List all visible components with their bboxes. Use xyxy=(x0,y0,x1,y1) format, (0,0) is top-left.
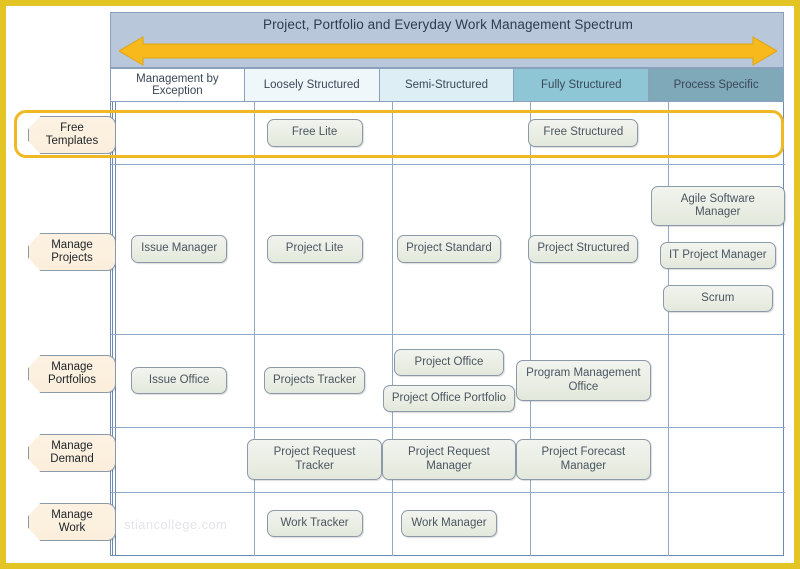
cell-manage-demand-loosely-structured: Project Request Tracker xyxy=(247,427,382,492)
column-header-semi-structured: Semi-Structured xyxy=(379,68,515,102)
product-work-tracker[interactable]: Work Tracker xyxy=(266,509,363,538)
cell-manage-demand-management-by-exception xyxy=(111,427,247,492)
double-headed-spectrum-arrow xyxy=(119,36,777,66)
page-title: Project, Portfolio and Everyday Work Man… xyxy=(262,17,633,32)
cell-manage-projects-fully-structured: Project Structured xyxy=(516,164,650,334)
row-label-manage-projects-text: Manage Projects xyxy=(51,239,93,264)
product-free-lite[interactable]: Free Lite xyxy=(266,119,363,147)
cell-free-templates-fully-structured: Free Structured xyxy=(516,102,650,164)
product-issue-office[interactable]: Issue Office xyxy=(131,366,228,395)
outer-gold-frame: Project, Portfolio and Everyday Work Man… xyxy=(0,0,800,569)
row-label-manage-projects[interactable]: Manage Projects xyxy=(28,233,116,271)
product-project-request-manager[interactable]: Project Request Manager xyxy=(381,439,517,480)
table-row: Free Lite Free Structured xyxy=(111,102,785,164)
product-project-office-portfolio[interactable]: Project Office Portfolio xyxy=(382,385,516,413)
product-project-forecast-manager[interactable]: Project Forecast Manager xyxy=(516,439,651,480)
cell-manage-projects-management-by-exception: Issue Manager xyxy=(111,164,247,334)
table-row: Issue Office Projects Tracker Project Of… xyxy=(111,334,785,427)
cell-manage-projects-semi-structured: Project Standard xyxy=(382,164,516,334)
row-label-manage-work[interactable]: Manage Work xyxy=(28,503,116,541)
column-header-row: Management by Exception Loosely Structur… xyxy=(110,68,784,102)
spectrum-matrix: Project, Portfolio and Everyday Work Man… xyxy=(110,12,785,556)
column-header-fully-structured: Fully Structured xyxy=(514,68,650,102)
product-project-lite[interactable]: Project Lite xyxy=(266,235,363,263)
cell-manage-demand-semi-structured: Project Request Manager xyxy=(381,427,517,492)
product-project-structured[interactable]: Project Structured xyxy=(528,235,639,263)
cell-manage-work-loosely-structured: Work Tracker xyxy=(247,492,381,555)
cell-free-templates-semi-structured xyxy=(382,102,516,164)
row-label-manage-portfolios[interactable]: Manage Portfolios xyxy=(28,355,116,393)
product-scrum[interactable]: Scrum xyxy=(662,285,773,313)
cell-manage-portfolios-loosely-structured: Projects Tracker xyxy=(247,334,381,427)
column-header-process-specific: Process Specific xyxy=(649,68,784,102)
product-project-office[interactable]: Project Office xyxy=(393,348,504,376)
cell-manage-work-semi-structured: Work Manager xyxy=(382,492,516,555)
product-agile-software-manager[interactable]: Agile Software Manager xyxy=(650,185,785,226)
product-project-standard[interactable]: Project Standard xyxy=(397,235,501,263)
row-label-manage-work-text: Manage Work xyxy=(51,509,93,534)
cell-manage-portfolios-management-by-exception: Issue Office xyxy=(111,334,247,427)
cell-manage-work-process-specific xyxy=(651,492,785,555)
cell-manage-projects-loosely-structured: Project Lite xyxy=(247,164,381,334)
product-issue-manager[interactable]: Issue Manager xyxy=(131,235,228,263)
column-header-management-by-exception: Management by Exception xyxy=(110,68,245,102)
cell-manage-portfolios-semi-structured: Project Office Project Office Portfolio xyxy=(382,334,516,427)
row-label-free-templates-text: Free Templates xyxy=(45,122,99,147)
product-it-project-manager[interactable]: IT Project Manager xyxy=(659,242,776,270)
table-row: Issue Manager Project Lite Project Stand… xyxy=(111,164,785,334)
cell-manage-portfolios-process-specific xyxy=(651,334,785,427)
cell-free-templates-management-by-exception xyxy=(111,102,247,164)
cell-free-templates-process-specific xyxy=(651,102,785,164)
product-program-management-office[interactable]: Program Management Office xyxy=(516,360,651,401)
cell-manage-work-fully-structured xyxy=(516,492,650,555)
title-band: Project, Portfolio and Everyday Work Man… xyxy=(110,12,784,68)
cell-manage-demand-fully-structured: Project Forecast Manager xyxy=(516,427,651,492)
watermark-text: stiancollege.com xyxy=(124,517,228,532)
cell-manage-demand-process-specific xyxy=(651,427,785,492)
cell-manage-projects-process-specific: Agile Software Manager IT Project Manage… xyxy=(650,164,785,334)
product-projects-tracker[interactable]: Projects Tracker xyxy=(264,366,366,395)
table-row: Project Request Tracker Project Request … xyxy=(111,427,785,492)
row-label-free-templates[interactable]: Free Templates xyxy=(28,116,116,154)
row-label-manage-demand-text: Manage Demand xyxy=(50,440,94,465)
matrix-grid: Free Lite Free Structured Issue Manager … xyxy=(110,102,785,556)
cell-free-templates-loosely-structured: Free Lite xyxy=(247,102,381,164)
cell-manage-portfolios-fully-structured: Program Management Office xyxy=(516,334,651,427)
product-work-manager[interactable]: Work Manager xyxy=(400,509,497,538)
column-header-loosely-structured: Loosely Structured xyxy=(244,68,380,102)
product-project-request-tracker[interactable]: Project Request Tracker xyxy=(247,439,382,480)
row-label-manage-demand[interactable]: Manage Demand xyxy=(28,434,116,472)
row-label-manage-portfolios-text: Manage Portfolios xyxy=(48,361,96,386)
product-free-structured[interactable]: Free Structured xyxy=(528,119,639,147)
